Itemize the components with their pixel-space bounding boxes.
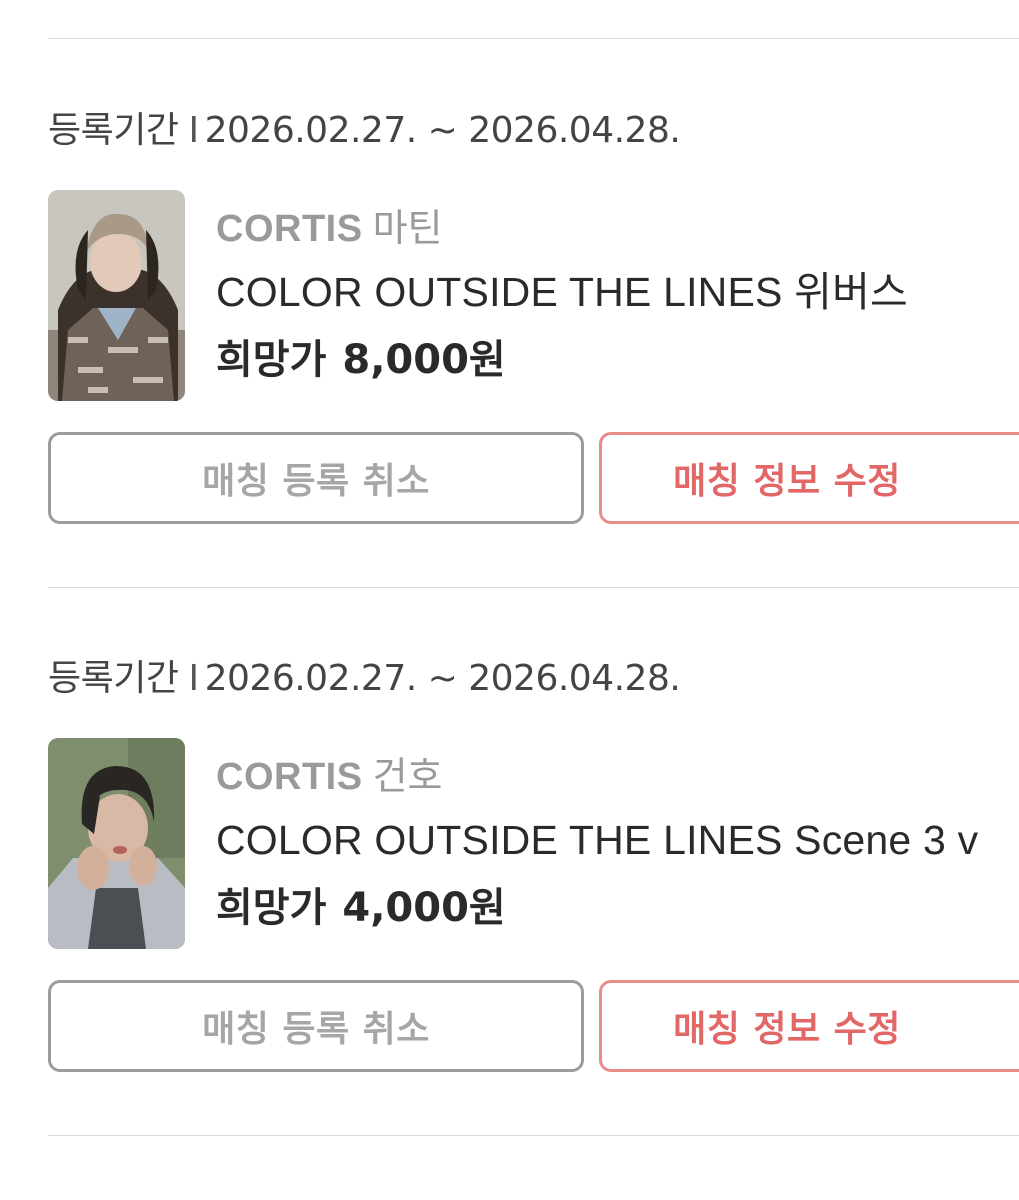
price-value: 4,000원	[342, 885, 506, 931]
period-range: 2026.02.27. ~ 2026.04.28.	[204, 110, 681, 151]
listing-info: CORTIS 건호 COLOR OUTSIDE THE LINES Scene 3…	[216, 752, 1019, 934]
photocard-image	[48, 190, 185, 401]
period-separator: I	[188, 110, 199, 151]
period-label: 등록기간	[48, 110, 179, 151]
listing-card: 등록기간 I 2026.02.27. ~ 2026.04.28. CORTIS 마틴 …	[0, 0, 1019, 524]
artist-member: 마틴	[372, 206, 443, 250]
artist-group: CORTIS	[216, 756, 363, 798]
photocard-image	[48, 738, 185, 949]
photocard-thumbnail[interactable]	[48, 190, 185, 401]
registration-period: 등록기간 I 2026.02.27. ~ 2026.04.28.	[48, 656, 681, 702]
price-value: 8,000원	[342, 337, 506, 383]
cancel-matching-label: 매칭 등록 취소	[202, 1009, 430, 1050]
artist-line: CORTIS 건호	[216, 752, 1019, 800]
cancel-matching-button[interactable]: 매칭 등록 취소	[48, 432, 584, 524]
desired-price: 희망가 4,000원	[216, 882, 1019, 934]
registration-period: 등록기간 I 2026.02.27. ~ 2026.04.28.	[48, 108, 681, 154]
album-title: COLOR OUTSIDE THE LINES 위버스	[216, 269, 908, 315]
edit-matching-button[interactable]: 매칭 정보 수정	[599, 980, 1019, 1072]
listing-card: 등록기간 I 2026.02.27. ~ 2026.04.28. CORTIS 건호 …	[0, 548, 1019, 1072]
photocard-thumbnail[interactable]	[48, 738, 185, 949]
desired-price: 희망가 8,000원	[216, 334, 1019, 386]
artist-member: 건호	[372, 754, 443, 798]
edit-matching-label: 매칭 정보 수정	[673, 461, 901, 502]
edit-matching-button[interactable]: 매칭 정보 수정	[599, 432, 1019, 524]
album-title: COLOR OUTSIDE THE LINES Scene 3 v	[216, 817, 979, 863]
period-label: 등록기간	[48, 658, 179, 699]
price-label: 희망가	[216, 337, 327, 383]
cancel-matching-button[interactable]: 매칭 등록 취소	[48, 980, 584, 1072]
price-label: 희망가	[216, 885, 327, 931]
period-separator: I	[188, 658, 199, 699]
divider-bottom	[48, 1135, 1019, 1136]
edit-matching-label: 매칭 정보 수정	[673, 1009, 901, 1050]
period-range: 2026.02.27. ~ 2026.04.28.	[204, 658, 681, 699]
listing-info: CORTIS 마틴 COLOR OUTSIDE THE LINES 위버스 희망가…	[216, 204, 1019, 386]
cancel-matching-label: 매칭 등록 취소	[202, 461, 430, 502]
artist-group: CORTIS	[216, 208, 363, 250]
artist-line: CORTIS 마틴	[216, 204, 1019, 252]
